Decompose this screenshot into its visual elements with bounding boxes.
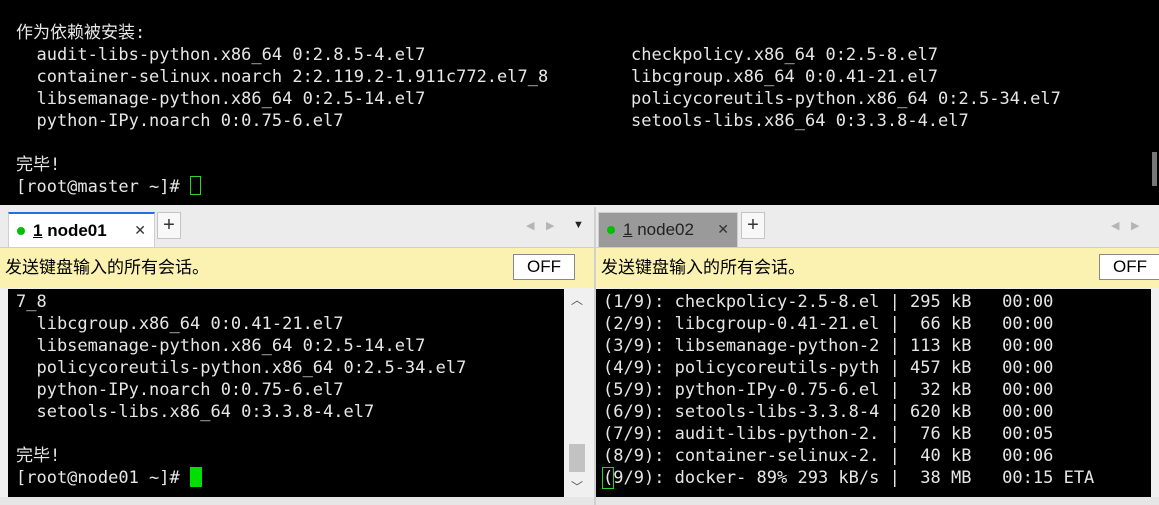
tab-label: node02 — [637, 220, 694, 239]
chevron-down-icon[interactable]: ▼ — [573, 219, 584, 231]
output-line: 7_8 — [16, 292, 47, 312]
output-line: (6/9): setools-libs-3.3.8-4 | 620 kB 00:… — [603, 402, 1054, 422]
pane-bottom-edge — [0, 497, 594, 505]
scroll-right-icon[interactable]: ▶ — [546, 219, 554, 232]
node01-scrollbar[interactable]: ︿ ﹀ — [566, 289, 588, 497]
dep-right: setools-libs.x86_64 0:3.3.8-4.el7 — [631, 111, 969, 131]
output-line: (5/9): python-IPy-0.75-6.el | 32 kB 00:0… — [603, 380, 1054, 400]
close-icon[interactable]: ✕ — [717, 213, 729, 246]
tab-label: node01 — [47, 221, 107, 240]
dep-right: libcgroup.x86_64 0:0.41-21.el7 — [631, 67, 939, 87]
output-line: policycoreutils-python.x86_64 0:2.5-34.e… — [16, 358, 467, 378]
tab-number: 1 — [623, 220, 633, 239]
master-terminal[interactable]: 作为依赖被安装: audit-libs-python.x86_64 0:2.8.… — [0, 0, 1159, 205]
broadcast-notice: 发送键盘输入的所有会话。 OFF — [596, 248, 1159, 288]
output-line: (2/9): libcgroup-0.41-21.el | 66 kB 00:0… — [603, 314, 1054, 334]
broadcast-notice-text: 发送键盘输入的所有会话。 — [5, 258, 209, 277]
output-line: libsemanage-python.x86_64 0:2.5-14.el7 — [16, 336, 426, 356]
dep-right: policycoreutils-python.x86_64 0:2.5-34.e… — [631, 89, 1061, 109]
session-pane-node02: 1 node02 ✕ + ◀ ▶ 发送键盘输入的所有会话。 OFF (1/9):… — [596, 207, 1159, 505]
output-line: (7/9): audit-libs-python-2. | 76 kB 00:0… — [603, 424, 1054, 444]
output-line: python-IPy.noarch 0:0.75-6.el7 — [16, 380, 344, 400]
done-message: 完毕! — [16, 446, 61, 466]
output-line: (1/9): checkpolicy-2.5-8.el | 295 kB 00:… — [603, 292, 1054, 312]
add-tab-button[interactable]: + — [741, 212, 765, 239]
node02-terminal[interactable]: (1/9): checkpolicy-2.5-8.el | 295 kB 00:… — [596, 289, 1151, 497]
node01-terminal[interactable]: 7_8 libcgroup.x86_64 0:0.41-21.el7 libse… — [8, 289, 564, 497]
output-line: libcgroup.x86_64 0:0.41-21.el7 — [16, 314, 344, 334]
scrollbar-thumb[interactable] — [569, 444, 585, 472]
broadcast-off-button[interactable]: OFF — [1099, 254, 1159, 280]
shell-prompt[interactable]: [root@node01 ~]# — [16, 467, 202, 489]
tab-bar: 1 node02 ✕ + ◀ ▶ — [596, 207, 1159, 248]
scroll-left-icon[interactable]: ◀ — [526, 219, 534, 232]
terminal-cursor — [190, 467, 202, 487]
tab-bar: 1 node01 ✕ + ◀ ▶ ▼ — [0, 207, 594, 248]
output-line: (3/9): libsemanage-python-2 | 113 kB 00:… — [603, 336, 1054, 356]
broadcast-off-button[interactable]: OFF — [513, 254, 575, 280]
close-icon[interactable]: ✕ — [134, 214, 146, 247]
tab-node01[interactable]: 1 node01 ✕ — [8, 212, 155, 247]
dep-right: checkpolicy.x86_64 0:2.5-8.el7 — [631, 45, 939, 65]
scroll-up-icon[interactable]: ︿ — [566, 291, 588, 308]
master-scrollbar[interactable] — [1152, 152, 1157, 186]
dep-left: python-IPy.noarch 0:0.75-6.el7 — [16, 111, 344, 131]
broadcast-notice-text: 发送键盘输入的所有会话。 — [601, 258, 805, 277]
terminal-cursor: ( — [601, 467, 615, 489]
shell-prompt[interactable]: [root@master ~]# — [16, 176, 201, 198]
add-tab-button[interactable]: + — [157, 212, 181, 239]
scroll-right-icon[interactable]: ▶ — [1131, 219, 1139, 232]
output-line: (4/9): policycoreutils-pyth | 457 kB 00:… — [603, 358, 1054, 378]
broadcast-notice: 发送键盘输入的所有会话。 OFF — [0, 248, 594, 288]
dep-left: container-selinux.noarch 2:2.119.2-1.911… — [16, 67, 549, 87]
dep-left: audit-libs-python.x86_64 0:2.8.5-4.el7 — [16, 45, 426, 65]
done-message: 完毕! — [16, 155, 61, 175]
session-status-icon — [17, 227, 25, 235]
tab-number: 1 — [33, 221, 43, 240]
pane-bottom-edge — [596, 497, 1159, 505]
session-pane-node01: 1 node01 ✕ + ◀ ▶ ▼ 发送键盘输入的所有会话。 OFF 7_8 … — [0, 207, 596, 505]
scroll-left-icon[interactable]: ◀ — [1111, 219, 1119, 232]
dep-left: libsemanage-python.x86_64 0:2.5-14.el7 — [16, 89, 426, 109]
scroll-down-icon[interactable]: ﹀ — [566, 478, 588, 495]
tab-node02[interactable]: 1 node02 ✕ — [598, 212, 738, 247]
download-progress-line: (9/9): docker- 89% 293 kB/s | 38 MB 00:1… — [601, 467, 1095, 489]
output-line: setools-libs.x86_64 0:3.3.8-4.el7 — [16, 402, 375, 422]
terminal-cursor — [190, 176, 201, 195]
deps-header: 作为依赖被安装: — [16, 23, 146, 43]
session-status-icon — [607, 226, 615, 234]
output-line: (8/9): container-selinux-2. | 40 kB 00:0… — [603, 446, 1054, 466]
